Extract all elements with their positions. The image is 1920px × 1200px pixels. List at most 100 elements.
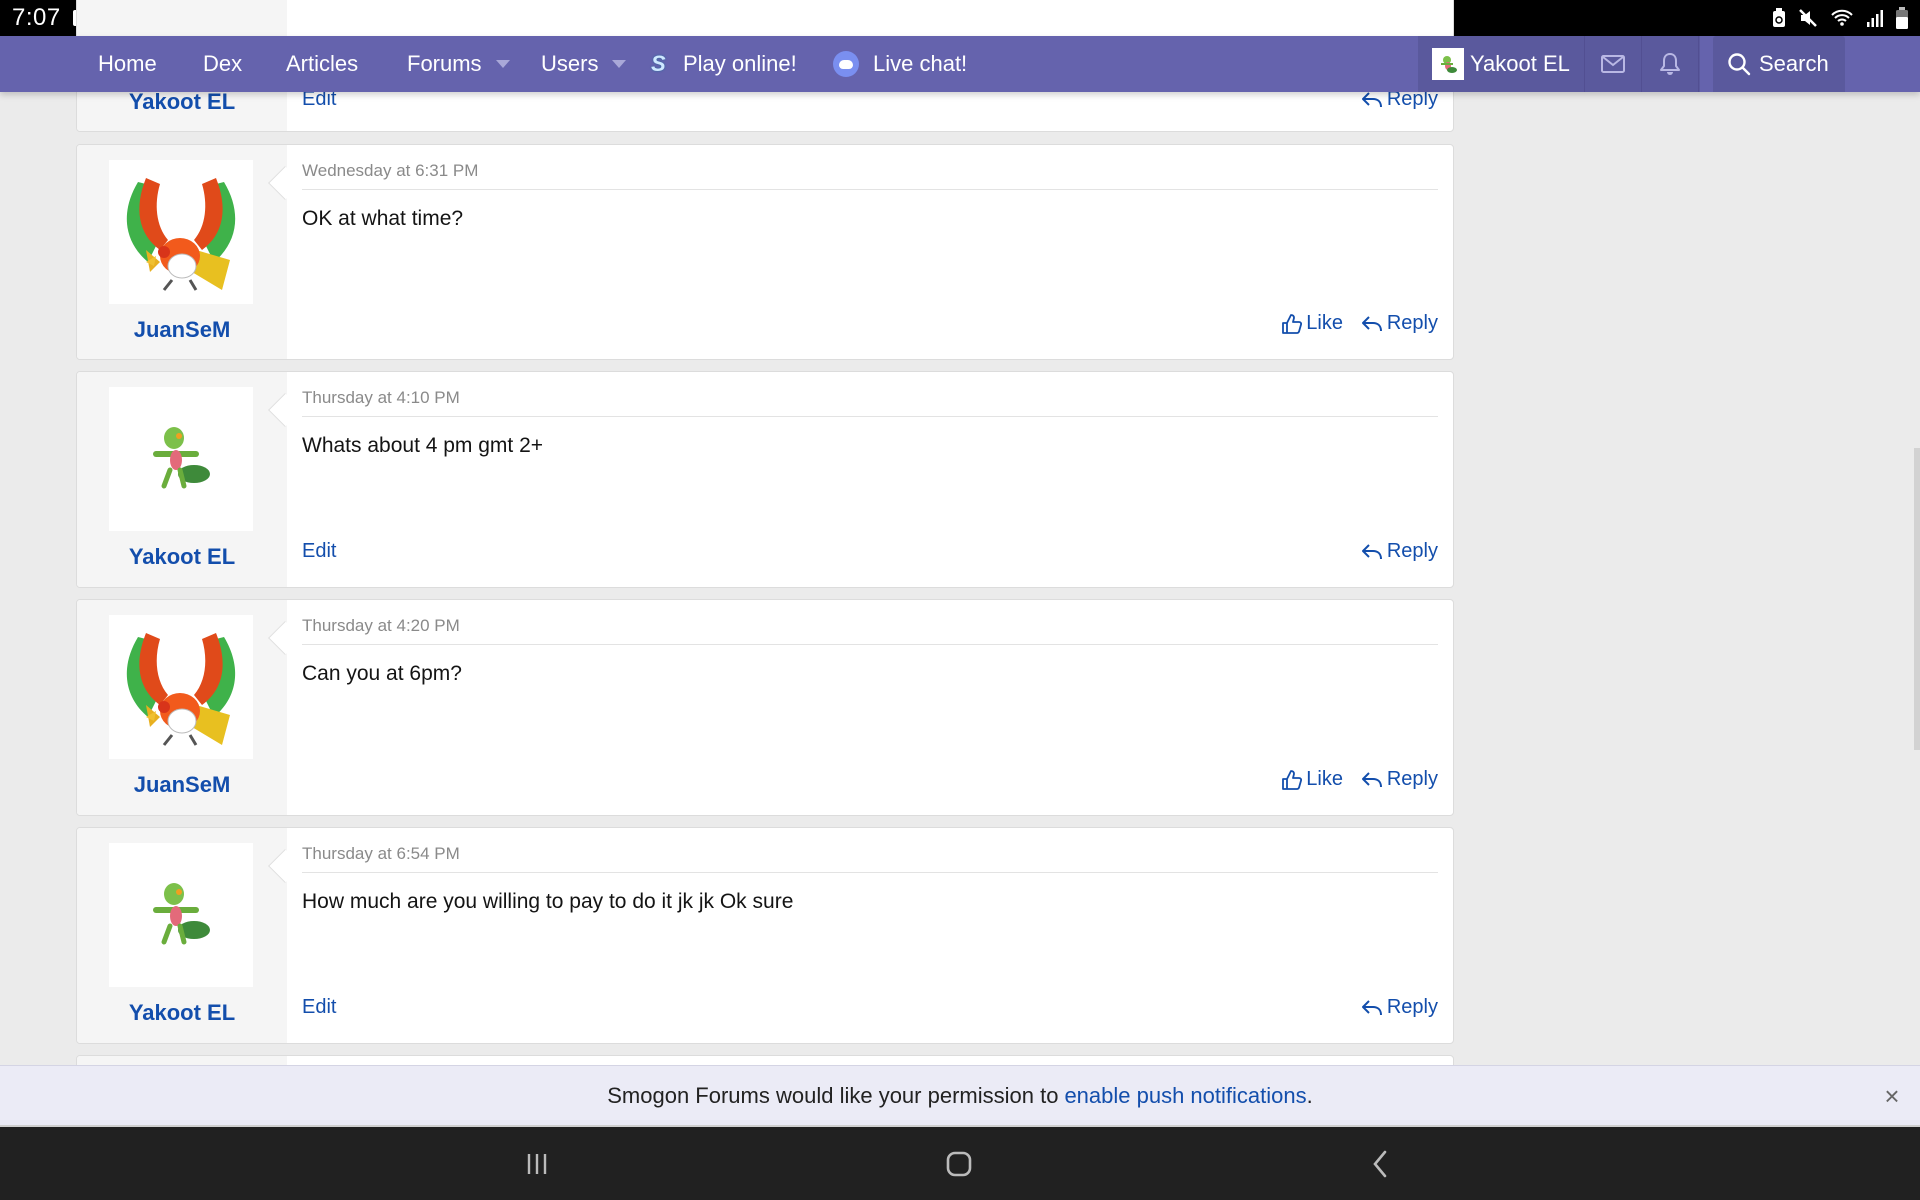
nav-dex-label: Dex [203, 51, 243, 76]
edit-button[interactable]: Edit [302, 996, 336, 1019]
post: JuanSeM Wednesday at 6:31 PM OK at what … [76, 144, 1454, 360]
inbox-button[interactable] [1585, 36, 1642, 92]
post-body: Whats about 4 pm gmt 2+ [302, 434, 544, 457]
nav-play-online-label: Play online! [683, 51, 797, 76]
search-button[interactable]: Search [1713, 36, 1845, 92]
status-time: 7:07 [12, 4, 61, 31]
post: JuanSeM Thursday at 4:20 PM Can you at 6… [76, 599, 1454, 816]
like-label: Like [1306, 768, 1343, 790]
reply-icon [1361, 543, 1382, 559]
post-divider [302, 872, 1438, 873]
nav-live-chat-label: Live chat! [873, 51, 968, 76]
nav-articles[interactable]: Articles [286, 36, 358, 92]
avatar[interactable] [109, 160, 253, 304]
reply-icon [1361, 91, 1382, 107]
nav-home-label: Home [98, 51, 157, 76]
push-notification-banner: Smogon Forums would like your permission… [0, 1065, 1920, 1127]
search-label: Search [1759, 51, 1829, 76]
treecko-avatar-icon [153, 883, 210, 945]
post-body: Can you at 6pm? [302, 662, 462, 685]
like-button[interactable]: Like [1282, 312, 1343, 335]
search-icon [1728, 53, 1751, 76]
home-button[interactable] [909, 1127, 1009, 1200]
post-divider [302, 189, 1438, 190]
wifi-icon [1831, 9, 1853, 26]
reply-button[interactable]: Reply [1361, 312, 1438, 335]
thumbs-up-icon [1282, 313, 1303, 334]
reply-button[interactable]: Reply [1361, 540, 1438, 563]
post-author[interactable]: JuanSeM [77, 772, 287, 798]
push-banner-suffix: . [1306, 1082, 1313, 1108]
post-user-column: Yakoot EL [77, 828, 287, 1043]
reply-button[interactable]: Reply [1361, 768, 1438, 791]
avatar[interactable] [109, 843, 253, 987]
post-timestamp[interactable]: Thursday at 4:20 PM [302, 616, 460, 636]
back-button[interactable] [1330, 1127, 1430, 1200]
nav-play-online[interactable]: S Play online! [651, 36, 797, 92]
showdown-icon: S [651, 51, 666, 76]
nav-articles-label: Articles [286, 51, 359, 76]
post-timestamp[interactable]: Thursday at 6:54 PM [302, 844, 460, 864]
post-timestamp[interactable]: Thursday at 4:10 PM [302, 388, 460, 408]
battery-icon [1896, 7, 1908, 29]
nav-forums[interactable]: Forums [407, 36, 510, 92]
chevron-down-icon[interactable] [612, 60, 627, 68]
mute-icon [1799, 9, 1817, 27]
alerts-button[interactable] [1642, 36, 1699, 92]
like-button[interactable]: Like [1282, 768, 1343, 791]
avatar[interactable] [109, 615, 253, 759]
chevron-down-icon[interactable] [495, 60, 510, 68]
account-username: Yakoot EL [1470, 51, 1570, 76]
post-body: How much are you willing to pay to do it… [302, 890, 794, 913]
post-author[interactable]: JuanSeM [77, 317, 287, 343]
recent-apps-icon [527, 1153, 547, 1174]
top-navigation: Home Dex Articles Forums Users S Play on… [0, 36, 1920, 92]
post: Yakoot EL Thursday at 4:10 PM Whats abou… [76, 371, 1454, 588]
edit-button[interactable]: Edit [302, 540, 336, 563]
android-navigation-bar [0, 1127, 1920, 1200]
reply-label: Reply [1386, 768, 1438, 790]
page-scrollbar[interactable] [1914, 448, 1920, 750]
nav-forums-label: Forums [407, 51, 482, 76]
ho-oh-avatar-icon [126, 633, 236, 746]
bell-icon [1659, 53, 1680, 75]
like-label: Like [1306, 312, 1343, 334]
nav-users[interactable]: Users [541, 36, 627, 92]
signal-icon [1867, 10, 1883, 27]
edit-label: Edit [302, 540, 337, 562]
nav-home[interactable]: Home [98, 36, 157, 92]
thumbs-up-icon [1282, 769, 1303, 790]
reply-icon [1361, 999, 1382, 1015]
enable-push-link[interactable]: enable push notifications [1064, 1083, 1306, 1109]
post-author[interactable]: Yakoot EL [77, 1000, 287, 1026]
post: Yakoot EL Thursday at 6:54 PM How much a… [76, 827, 1454, 1044]
discord-icon [833, 51, 859, 77]
close-icon[interactable]: × [1878, 1081, 1906, 1111]
treecko-avatar-icon [153, 427, 210, 489]
back-icon [1373, 1150, 1387, 1177]
reply-label: Reply [1386, 996, 1438, 1018]
push-banner-text: Smogon Forums would like your permission… [607, 1082, 1059, 1108]
post-user-column: JuanSeM [77, 600, 287, 815]
post-divider [302, 644, 1438, 645]
reply-button[interactable]: Reply [1361, 996, 1438, 1019]
reply-icon [1361, 771, 1382, 787]
treecko-avatar-icon [1441, 56, 1457, 73]
battery-saver-icon [1773, 8, 1785, 27]
edit-label: Edit [302, 996, 337, 1018]
post-body: OK at what time? [302, 207, 464, 230]
account-area: Yakoot EL [1418, 36, 1700, 92]
reply-label: Reply [1386, 312, 1438, 334]
nav-live-chat[interactable]: Live chat! [833, 36, 967, 92]
nav-dex[interactable]: Dex [203, 36, 242, 92]
post-author[interactable]: Yakoot EL [77, 544, 287, 570]
account-button[interactable]: Yakoot EL [1418, 36, 1585, 92]
avatar [1432, 48, 1464, 80]
recent-apps-button[interactable] [487, 1127, 587, 1200]
home-icon [946, 1151, 972, 1176]
post-author[interactable]: Yakoot EL [77, 89, 287, 115]
avatar[interactable] [109, 387, 253, 531]
post-timestamp[interactable]: Wednesday at 6:31 PM [302, 161, 478, 181]
reply-icon [1361, 315, 1382, 331]
nav-users-label: Users [541, 51, 599, 76]
